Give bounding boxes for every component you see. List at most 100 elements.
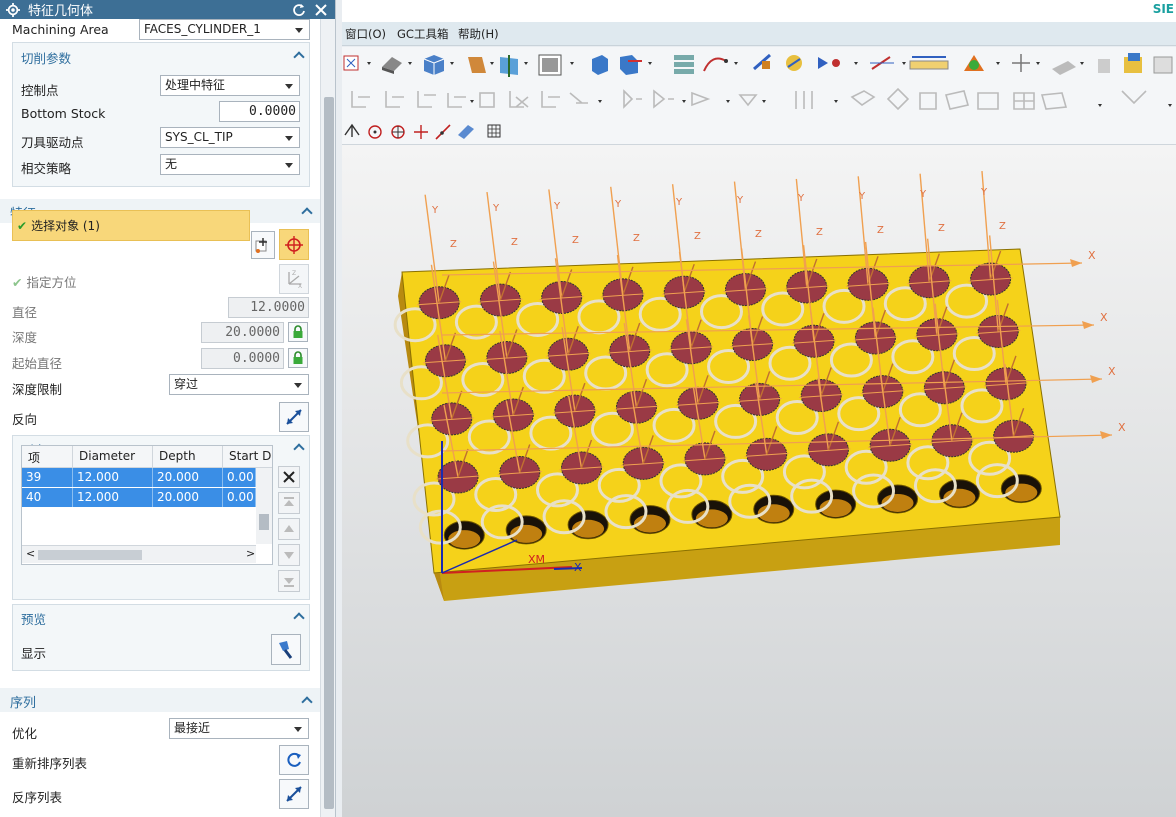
- bottom-stock-input[interactable]: 0.0000: [219, 101, 300, 122]
- cube-icon: [423, 55, 445, 75]
- arrow-head-icon: [1100, 431, 1112, 439]
- z-axis-label: Z: [572, 235, 579, 246]
- feature-collapse-icon[interactable]: [302, 206, 312, 216]
- sequence-section-header[interactable]: 序列: [0, 688, 320, 712]
- specify-orientation-label: 指定方位: [26, 275, 77, 290]
- dimension-icon: [870, 56, 894, 70]
- control-point-select[interactable]: 处理中特征: [160, 75, 300, 96]
- move-down-icon: [284, 552, 294, 559]
- part-model[interactable]: X X X X Y Z Y Z Y Z Y Z Y Z Y Z Y Z Y Z Y Z Y Z XM X: [342, 145, 1176, 817]
- table-cell[interactable]: 12.000: [73, 468, 153, 487]
- z-axis-label: Z: [633, 233, 640, 244]
- optimize-label: 优化: [12, 726, 38, 741]
- intersect-strategy-select[interactable]: 无: [160, 154, 300, 175]
- preview-section: [12, 604, 310, 671]
- reverse-list-button[interactable]: [279, 779, 309, 809]
- feature-list-table[interactable]: 项 Diameter Depth Start Di 39 12.000 20.0…: [21, 445, 273, 565]
- move-down-button[interactable]: [278, 544, 300, 566]
- column-header[interactable]: Diameter: [73, 446, 153, 468]
- add-feature-button[interactable]: [251, 231, 275, 259]
- application-area: SIE 窗口(O) GC工具箱 帮助(H) X X X X Y Z Y Z Y …: [342, 0, 1176, 817]
- table-cell[interactable]: 12.000: [73, 488, 153, 507]
- scroll-right-icon[interactable]: >: [246, 547, 255, 560]
- table-cell[interactable]: 0.00: [223, 488, 256, 507]
- reverse-direction-button[interactable]: [279, 402, 309, 432]
- y-axis-label: Y: [980, 187, 988, 198]
- toolbar-icons-row-2[interactable]: [342, 83, 1176, 115]
- table-horizontal-scrollbar[interactable]: < >: [22, 545, 256, 563]
- table-cell[interactable]: 20.000: [153, 468, 223, 487]
- dialog-scrollbar-thumb[interactable]: [324, 97, 334, 809]
- reorder-list-button[interactable]: [279, 745, 309, 775]
- menu-help[interactable]: 帮助(H): [458, 26, 499, 42]
- z-axis-label: Z: [511, 237, 518, 248]
- machining-area-label: Machining Area: [12, 22, 109, 37]
- analysis-icon: [786, 55, 802, 71]
- table-vertical-scrollbar[interactable]: [256, 468, 272, 544]
- column-header[interactable]: 项: [22, 446, 73, 468]
- menu-gc-toolbox[interactable]: GC工具箱: [397, 26, 448, 42]
- brand-logo: SIE: [1152, 2, 1174, 16]
- move-up-button[interactable]: [278, 518, 300, 540]
- table-cell[interactable]: 0.00: [223, 468, 256, 487]
- csys-orientation-button[interactable]: ZX: [279, 264, 309, 294]
- tool-drive-point-label: 刀具驱动点: [21, 135, 84, 150]
- column-header[interactable]: Start Di: [223, 446, 272, 468]
- surface-snap-icon: [458, 125, 474, 139]
- xm-axis-label: XM: [528, 553, 545, 566]
- move-top-button[interactable]: [278, 492, 300, 514]
- arrow-head-icon: [1070, 259, 1082, 267]
- crosshair-select-button[interactable]: [279, 229, 309, 260]
- table-vertical-thumb[interactable]: [259, 514, 269, 530]
- specify-orientation-row[interactable]: ✔ 指定方位: [12, 272, 77, 291]
- reset-icon[interactable]: [291, 2, 307, 18]
- fixture-icon: [1052, 61, 1076, 75]
- move-bottom-icon: [284, 578, 294, 587]
- sequence-collapse-icon[interactable]: [302, 695, 312, 705]
- check-icon: ✔: [12, 275, 23, 290]
- menu-window[interactable]: 窗口(O): [345, 26, 386, 42]
- move-bottom-button[interactable]: [278, 570, 300, 592]
- toolbar-row-2: [342, 83, 1176, 115]
- snap-point-toolbar[interactable]: [342, 115, 1176, 145]
- dialog-scrollbar[interactable]: [320, 19, 335, 817]
- remove-item-button[interactable]: [278, 466, 300, 488]
- menu-bar: 窗口(O) GC工具箱 帮助(H): [342, 22, 1176, 46]
- x-axis-label: X: [1088, 249, 1096, 262]
- toolbar-icons-row-1[interactable]: [342, 47, 1176, 83]
- feature-geometry-dialog: 特征几何体 Machining Area FACES_CYLINDER_1 切削…: [0, 0, 336, 817]
- z-axis-label: Z: [877, 225, 884, 236]
- column-header[interactable]: Depth: [153, 446, 223, 468]
- fit-view-icon: [343, 55, 359, 71]
- shaded-icon: [382, 57, 402, 74]
- reverse-arrows-icon: [286, 786, 302, 802]
- lock-icon[interactable]: [288, 322, 308, 342]
- graphics-viewport[interactable]: X X X X Y Z Y Z Y Z Y Z Y Z Y Z Y Z Y Z Y Z Y Z XM X: [342, 145, 1176, 817]
- table-cell[interactable]: 40: [22, 488, 73, 507]
- tool-drive-point-select[interactable]: SYS_CL_TIP: [160, 127, 300, 148]
- preview-collapse-icon[interactable]: [294, 611, 304, 621]
- close-icon[interactable]: [313, 2, 329, 18]
- svg-text:X: X: [298, 283, 302, 290]
- table-cell[interactable]: 39: [22, 468, 73, 487]
- fixture2-icon: [1098, 59, 1110, 73]
- section-icon: [500, 55, 518, 77]
- optimize-select[interactable]: 最接近: [169, 718, 309, 739]
- scroll-left-icon[interactable]: <: [26, 547, 35, 560]
- flashlight-icon: [279, 640, 293, 659]
- depth-limit-select[interactable]: 穿过: [169, 374, 309, 395]
- extrude-icon: [592, 55, 608, 75]
- table-cell[interactable]: 20.000: [153, 488, 223, 507]
- depth-input: 20.0000: [201, 322, 284, 343]
- cut-params-collapse-icon[interactable]: [294, 50, 304, 60]
- select-object-row[interactable]: ✔ 选择对象 (1): [12, 210, 250, 241]
- table-horizontal-thumb[interactable]: [38, 550, 142, 560]
- display-preview-button[interactable]: [271, 634, 301, 665]
- list-collapse-icon[interactable]: [294, 442, 304, 452]
- machining-area-select[interactable]: FACES_CYLINDER_1: [139, 19, 310, 40]
- curve-icon: [703, 57, 728, 72]
- material-icon: [468, 57, 486, 73]
- lock-icon[interactable]: [288, 348, 308, 368]
- plus-icon: [1012, 54, 1030, 72]
- z-axis-label: Z: [999, 221, 1006, 232]
